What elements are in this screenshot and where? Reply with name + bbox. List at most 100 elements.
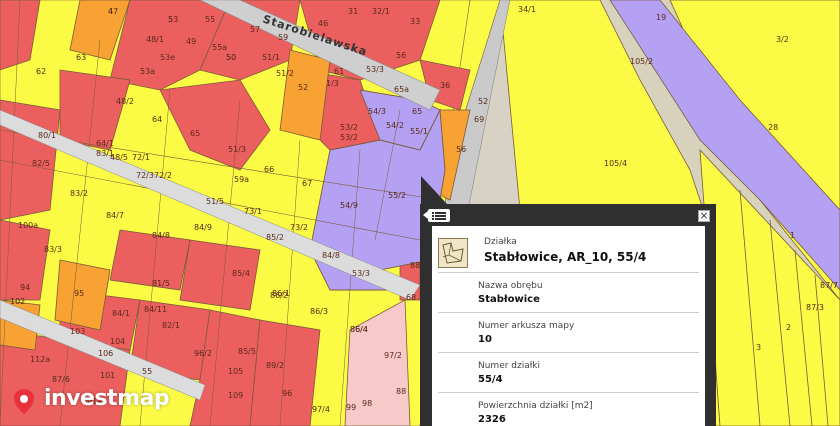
plot-number-label: 84/1 [112,309,130,318]
plot-number-label: 65 [190,129,200,138]
plot-number-label: 66 [264,165,274,174]
plot-number-label: 28 [768,123,778,132]
plot-number-label: 49 [186,37,196,46]
plot-number-label: 5 [168,15,173,24]
plot-number-label: 1/3 [326,79,339,88]
plot-number-label: 65 [412,107,422,116]
attribute-row: Numer działki 55/4 [438,353,699,393]
plot-number-label: 84/8 [152,231,170,240]
plot-number-label: 53/3 [366,65,384,74]
plot-number-label: 97/2 [384,351,402,360]
plot-number-label: 85/4 [232,269,250,278]
plot-number-label: 109 [228,391,243,400]
plot-number-label: 51/3 [228,145,246,154]
attribute-row: Nazwa obrębu Stabłowice [438,273,699,313]
plot-number-label: 105/4 [604,159,627,168]
plot-number-label: 88 [410,261,420,270]
plot-number-label: 53/3 [352,269,370,278]
plot-number-label: 63 [76,53,86,62]
parcel-kind: Działka [484,237,517,247]
plot-number-label: 56 [456,145,466,154]
list-menu-icon[interactable] [423,209,450,222]
plot-number-label: 82/5 [32,159,50,168]
plot-number-label: 84/11 [144,305,167,314]
plot-number-label: 98 [362,399,372,408]
plot-number-label: 51/5 [206,197,224,206]
plot-number-label: 86/4 [350,325,368,334]
plot-number-label: 99 [346,403,356,412]
plot-number-label: 56 [396,51,406,60]
plot-number-label: 55/1 [410,127,428,136]
plot-number-label: 62 [36,67,46,76]
plot-number-label: 95 [74,289,84,298]
popup-header: × [420,204,716,226]
plot-number-label: 73/2 [290,223,308,232]
plot-number-label: 64 [152,115,162,124]
plot-number-label: 59a [234,175,249,184]
popup-pointer [421,176,447,204]
plot-number-label: 32/1 [372,7,390,16]
plot-number-label: 48/2 [116,97,134,106]
map-pin-icon [14,389,34,414]
plot-number-label: 31 [348,7,358,16]
plot-number-label: 85/5 [238,347,256,356]
attribute-value: 10 [478,334,492,345]
plot-number-label: 88 [396,387,406,396]
plot-number-label: 2 [786,323,791,332]
plot-number-label: 57 [250,25,260,34]
plot-number-label: 55 [205,15,215,24]
attribute-label: Powierzchnia działki [m2] [478,401,593,411]
plot-number-label: 52 [478,97,488,106]
plot-number-label: 106 [98,349,113,358]
plot-number-label: 53a [140,67,155,76]
parcel-info-popup: × Działka Stabłowice, AR_10, 55/4 Nazwa … [420,204,716,426]
plot-number-label: 83/2 [70,189,88,198]
plot-number-label: 36 [440,81,450,90]
plot-number-label: 73/1 [244,207,262,216]
plot-number-label: 83/3 [44,245,62,254]
plot-number-label: 64/1 [96,139,114,148]
plot-number-label: 34/1 [518,5,536,14]
plot-number-label: 61 [334,67,344,76]
plot-number-label: 96/2 [194,349,212,358]
plot-number-label: 54/3 [368,107,386,116]
plot-number-label: 48/1 [146,35,164,44]
plot-number-label: 54/9 [340,201,358,210]
plot-number-label: 46 [318,19,328,28]
plot-number-label: 105 [228,367,243,376]
plot-number-label: 51/2 [276,69,294,78]
plot-number-label: 55/2 [388,191,406,200]
plot-number-label: 19 [656,13,666,22]
parcel-map-icon [438,238,468,268]
attribute-label: Numer działki [478,361,541,371]
close-button[interactable]: × [698,210,710,222]
plot-number-label: 103 [70,327,85,336]
plot-number-label: 89/2 [266,361,284,370]
attribute-row: Numer arkusza mapy 10 [438,313,699,353]
plot-number-label: 84/7 [106,211,124,220]
attribute-row: Powierzchnia działki [m2] 2326 [438,393,699,426]
plot-number-label: 87/7 [820,281,838,290]
plot-number-label: 3 [756,343,761,352]
plot-number-label: 53/2 [340,133,358,142]
plot-number-label: 96 [282,389,292,398]
plot-number-label: 101 [100,371,115,380]
parcel-header: Działka Stabłowice, AR_10, 55/4 [438,226,699,273]
plot-number-label: 53/2 [340,123,358,132]
plot-number-label: 83/1 [96,149,114,158]
plot-number-label: 82/1 [162,321,180,330]
plot-number-label: 52 [298,83,308,92]
attribute-value: Stabłowice [478,294,540,305]
plot-number-label: 3/2 [776,35,789,44]
plot-number-label: 51/1 [262,53,280,62]
plot-number-label: 69 [474,115,484,124]
plot-number-label: 65a [394,85,409,94]
plot-number-label: 102 [10,297,25,306]
plot-number-label: 86/3 [310,307,328,316]
plot-number-label: 97/4 [312,405,330,414]
attribute-label: Numer arkusza mapy [478,321,575,331]
attribute-label: Nazwa obrębu [478,281,543,291]
attribute-value: 55/4 [478,374,503,385]
plot-number-label: 72/1 [132,153,150,162]
plot-number-label: 87/6 [52,375,70,384]
